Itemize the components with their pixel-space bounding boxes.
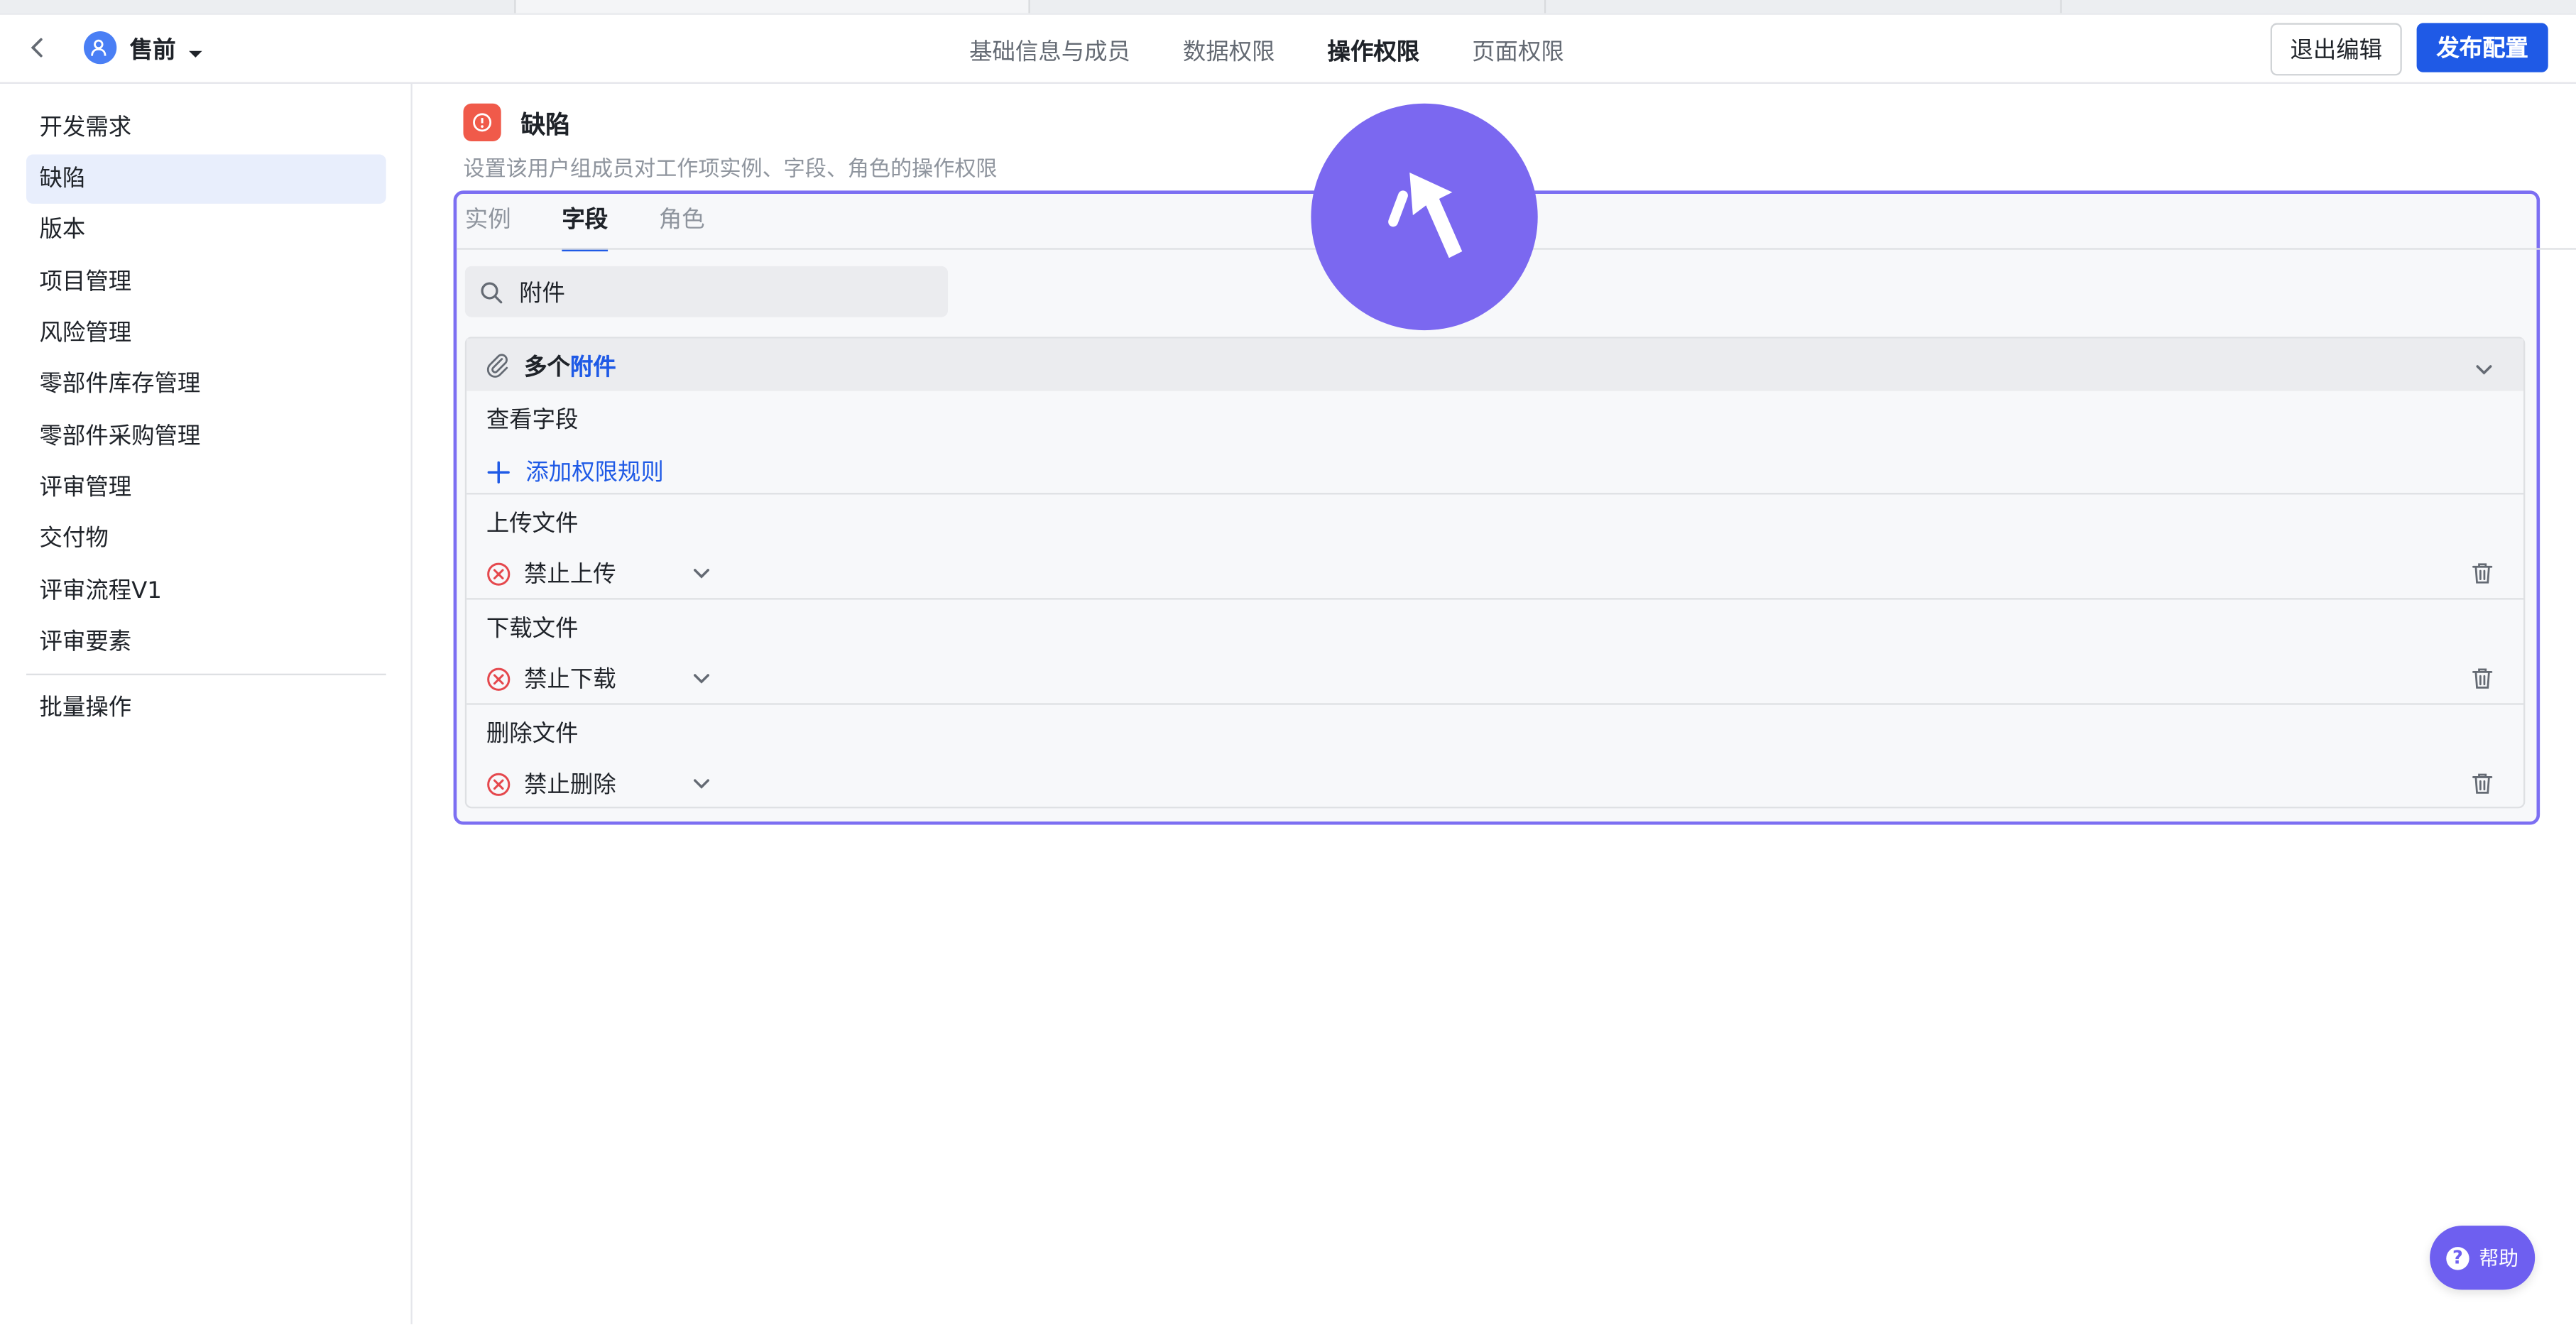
view-field-label: 查看字段 (486, 407, 579, 434)
row-separator (466, 493, 2523, 495)
rule-select-download[interactable]: 禁止下载 (486, 662, 711, 694)
help-icon: ? (2446, 1246, 2469, 1270)
tab-data-permission[interactable]: 数据权限 (1183, 35, 1275, 67)
sidebar-item-dev-requirement[interactable]: 开发需求 (26, 104, 386, 153)
field-card: 多个附件 查看字段 添加权限规则 上传文件 禁止上传 下载文件 禁止下载 删除文… (464, 337, 2526, 809)
trash-icon[interactable] (2471, 560, 2494, 584)
field-name-prefix: 多个 (524, 354, 570, 381)
tab-strip-segment[interactable] (1546, 0, 2062, 13)
trash-icon[interactable] (2471, 770, 2494, 794)
tab-page-permission[interactable]: 页面权限 (1472, 35, 1564, 67)
app-root: 售前 基础信息与成员 数据权限 操作权限 页面权限 退出编辑 发布配置 开发需求… (0, 0, 2576, 1324)
add-rule-button[interactable]: 添加权限规则 (486, 455, 664, 488)
top-header: 售前 基础信息与成员 数据权限 操作权限 页面权限 退出编辑 发布配置 (0, 14, 2576, 84)
sidebar-item-review-mgmt[interactable]: 评审管理 (26, 463, 386, 512)
tab-strip-segment[interactable] (515, 0, 1030, 13)
rule-label-download: 下载文件 (486, 616, 579, 643)
rule-value-download: 禁止下载 (524, 667, 616, 694)
exit-edit-button[interactable]: 退出编辑 (2270, 23, 2402, 76)
sidebar-item-defect[interactable]: 缺陷 (26, 154, 386, 204)
sidebar-item-deliverables[interactable]: 交付物 (26, 514, 386, 563)
chevron-down-icon[interactable] (2474, 355, 2494, 375)
subtab-field[interactable]: 字段 (562, 202, 608, 252)
tab-basic-info[interactable]: 基础信息与成员 (969, 35, 1130, 67)
rule-label-delete: 删除文件 (486, 721, 579, 748)
tab-strip-segment[interactable] (1030, 0, 1546, 13)
sidebar-item-parts-inventory[interactable]: 零部件库存管理 (26, 360, 386, 409)
row-separator (466, 598, 2523, 600)
group-name[interactable]: 售前 (130, 33, 176, 65)
chevron-down-icon (692, 564, 711, 584)
sidebar-item-project-mgmt[interactable]: 项目管理 (26, 258, 386, 307)
deny-circle-icon (486, 666, 511, 691)
sidebar-item-review-elements[interactable]: 评审要素 (26, 618, 386, 667)
rule-select-delete[interactable]: 禁止删除 (486, 768, 711, 800)
back-arrow-icon[interactable] (21, 31, 54, 64)
top-tabs: 基础信息与成员 数据权限 操作权限 页面权限 (969, 35, 1617, 67)
deny-circle-icon (486, 561, 511, 586)
bug-icon (463, 103, 501, 141)
sidebar-item-review-flow[interactable]: 评审流程V1 (26, 567, 386, 616)
caret-down-icon[interactable] (187, 38, 204, 58)
sidebar-divider (26, 673, 386, 675)
rule-label-upload: 上传文件 (486, 511, 579, 538)
sidebar-item-version[interactable]: 版本 (26, 205, 386, 254)
sidebar-item-batch-ops[interactable]: 批量操作 (26, 684, 386, 733)
subtabs: 实例 字段 角色 (465, 202, 756, 252)
rule-value-delete: 禁止删除 (524, 772, 616, 799)
search-icon (480, 279, 503, 304)
plus-icon (486, 459, 511, 484)
rule-select-upload[interactable]: 禁止上传 (486, 557, 711, 589)
chevron-down-icon (692, 669, 711, 689)
page-title: 缺陷 (520, 110, 570, 140)
subtab-instance[interactable]: 实例 (465, 202, 511, 251)
field-header[interactable]: 多个附件 (466, 338, 2523, 391)
row-separator (466, 703, 2523, 705)
deny-circle-icon (486, 771, 511, 796)
page-description: 设置该用户组成员对工作项实例、字段、角色的操作权限 (463, 158, 998, 182)
field-name: 多个附件 (524, 350, 616, 383)
search-box[interactable] (464, 266, 949, 317)
sidebar-item-risk-mgmt[interactable]: 风险管理 (26, 309, 386, 358)
tab-strip-segment[interactable] (0, 0, 516, 13)
sidebar-item-parts-purchase[interactable]: 零部件采购管理 (26, 413, 386, 462)
subtab-role[interactable]: 角色 (659, 202, 705, 251)
publish-config-button[interactable]: 发布配置 (2416, 23, 2548, 72)
tab-strip-segment[interactable] (2061, 0, 2576, 13)
add-rule-label: 添加权限规则 (525, 459, 664, 486)
tab-operation-permission[interactable]: 操作权限 (1328, 35, 1420, 67)
paperclip-icon (485, 351, 511, 378)
field-name-highlight: 附件 (569, 354, 616, 381)
trash-icon[interactable] (2471, 665, 2494, 689)
cursor-icon (1311, 103, 1538, 331)
browser-tab-strip (0, 0, 2576, 17)
user-group-icon (84, 31, 117, 65)
help-label: 帮助 (2479, 1247, 2519, 1270)
help-button[interactable]: ? 帮助 (2430, 1226, 2536, 1290)
search-input[interactable] (515, 273, 934, 312)
rule-value-upload: 禁止上传 (524, 562, 616, 589)
sidebar: 开发需求 缺陷 版本 项目管理 风险管理 零部件库存管理 零部件采购管理 评审管… (0, 84, 413, 1324)
chevron-down-icon (692, 774, 711, 794)
